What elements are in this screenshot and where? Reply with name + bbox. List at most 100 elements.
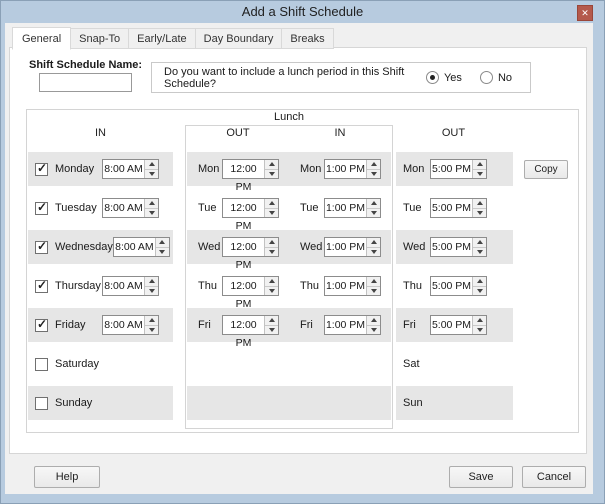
tuesday-out-cell: Tue 5:00 PM — [396, 191, 513, 225]
wednesday-lunch-out-cell: Wed 12:00 PM — [187, 230, 289, 271]
time-value[interactable]: 1:00 PM — [325, 160, 366, 178]
monday-lunch-in-spinner[interactable]: 1:00 PM — [324, 159, 381, 179]
wednesday-lunch-in-spinner[interactable]: 1:00 PM — [324, 237, 381, 257]
spinner-down-icon — [473, 324, 486, 335]
monday-checkbox[interactable] — [35, 162, 48, 176]
time-value[interactable]: 8:00 AM — [103, 316, 144, 334]
tab-breaks[interactable]: Breaks — [281, 28, 334, 49]
spinner-buttons[interactable] — [144, 277, 158, 295]
monday-out-spinner[interactable]: 5:00 PM — [430, 159, 487, 179]
day-label: Friday — [55, 319, 86, 331]
day-label: Saturday — [55, 358, 100, 370]
friday-out-spinner[interactable]: 5:00 PM — [430, 315, 487, 335]
spinner-down-icon — [367, 285, 380, 296]
spinner-buttons[interactable] — [264, 277, 278, 295]
save-button[interactable]: Save — [449, 466, 513, 488]
column-header-in: IN — [95, 127, 106, 139]
day-abbr: Wed — [403, 241, 426, 253]
time-value[interactable]: 8:00 AM — [103, 160, 144, 178]
sunday-out-cell: Sun — [396, 386, 513, 420]
time-value[interactable]: 1:00 PM — [325, 316, 366, 334]
cancel-button[interactable]: Cancel — [522, 466, 586, 488]
friday-lunch-out-cell: Fri 12:00 PM — [187, 308, 289, 349]
time-value[interactable]: 1:00 PM — [325, 277, 366, 295]
monday-lunch-cell: Mon 12:00 PM Mon 1:00 PM — [187, 152, 391, 193]
spinner-buttons[interactable] — [472, 316, 486, 334]
time-value[interactable]: 5:00 PM — [431, 277, 472, 295]
copy-button[interactable]: Copy — [524, 160, 568, 179]
day-label: Monday — [55, 163, 95, 175]
thursday-lunch-in-spinner[interactable]: 1:00 PM — [324, 276, 381, 296]
tuesday-checkbox[interactable] — [35, 201, 48, 215]
spinner-buttons[interactable] — [144, 316, 158, 334]
monday-lunch-out-spinner[interactable]: 12:00 PM — [222, 159, 279, 193]
sunday-checkbox[interactable] — [35, 396, 48, 410]
thursday-lunch-out-spinner[interactable]: 12:00 PM — [222, 276, 279, 310]
tab-snap-to[interactable]: Snap-To — [70, 28, 130, 49]
friday-checkbox[interactable] — [35, 318, 48, 332]
wednesday-lunch-out-spinner[interactable]: 12:00 PM — [222, 237, 279, 271]
tab-day-boundary[interactable]: Day Boundary — [194, 28, 283, 49]
spinner-buttons[interactable] — [264, 160, 278, 178]
spinner-buttons[interactable] — [264, 199, 278, 217]
saturday-checkbox[interactable] — [35, 357, 48, 371]
thursday-in-spinner[interactable]: 8:00 AM — [102, 276, 159, 296]
tab-early-late[interactable]: Early/Late — [128, 28, 196, 49]
time-value[interactable]: 12:00 PM — [223, 199, 264, 232]
thursday-checkbox[interactable] — [35, 279, 48, 293]
time-value[interactable]: 8:00 AM — [114, 238, 155, 256]
spinner-buttons[interactable] — [144, 199, 158, 217]
shift-schedule-name-input[interactable] — [39, 73, 132, 92]
spinner-buttons[interactable] — [472, 238, 486, 256]
lunch-question-text: Do you want to include a lunch period in… — [164, 65, 405, 90]
monday-in-spinner[interactable]: 8:00 AM — [102, 159, 159, 179]
time-value[interactable]: 5:00 PM — [431, 199, 472, 217]
help-button[interactable]: Help — [34, 466, 100, 488]
tuesday-out-spinner[interactable]: 5:00 PM — [430, 198, 487, 218]
wednesday-in-spinner[interactable]: 8:00 AM — [112, 237, 170, 257]
time-value[interactable]: 12:00 PM — [223, 316, 264, 349]
lunch-yes-option[interactable]: Yes — [425, 71, 462, 84]
spinner-buttons[interactable] — [366, 277, 380, 295]
thursday-out-spinner[interactable]: 5:00 PM — [430, 276, 487, 296]
lunch-no-option[interactable]: No — [479, 71, 512, 84]
time-value[interactable]: 5:00 PM — [431, 238, 472, 256]
spinner-buttons[interactable] — [366, 160, 380, 178]
spinner-buttons[interactable] — [366, 199, 380, 217]
saturday-lunch-cell — [187, 347, 391, 381]
spinner-buttons[interactable] — [366, 238, 380, 256]
time-value[interactable]: 5:00 PM — [431, 160, 472, 178]
spinner-down-icon — [145, 324, 158, 335]
close-button[interactable]: ✕ — [577, 5, 593, 21]
friday-lunch-in-spinner[interactable]: 1:00 PM — [324, 315, 381, 335]
friday-in-spinner[interactable]: 8:00 AM — [102, 315, 159, 335]
spinner-buttons[interactable] — [472, 199, 486, 217]
time-value[interactable]: 8:00 AM — [103, 199, 144, 217]
time-value[interactable]: 1:00 PM — [325, 199, 366, 217]
column-header-out: OUT — [441, 127, 466, 139]
tuesday-lunch-out-spinner[interactable]: 12:00 PM — [222, 198, 279, 232]
spinner-buttons[interactable] — [264, 316, 278, 334]
spinner-buttons[interactable] — [154, 238, 169, 257]
spinner-buttons[interactable] — [144, 160, 158, 178]
tab-general[interactable]: General — [12, 27, 72, 50]
time-value[interactable]: 5:00 PM — [431, 316, 472, 334]
spinner-buttons[interactable] — [264, 238, 278, 256]
time-value[interactable]: 12:00 PM — [223, 277, 264, 310]
tuesday-in-spinner[interactable]: 8:00 AM — [102, 198, 159, 218]
spinner-buttons[interactable] — [472, 277, 486, 295]
time-value[interactable]: 12:00 PM — [223, 160, 264, 193]
schedule-row-thursday: Thursday 8:00 AM Thu 12:00 PM Thu 1:00 P… — [26, 269, 579, 310]
wednesday-checkbox[interactable] — [35, 240, 48, 254]
spinner-buttons[interactable] — [472, 160, 486, 178]
no-label: No — [497, 71, 512, 84]
spinner-down-icon — [155, 246, 169, 257]
spinner-buttons[interactable] — [366, 316, 380, 334]
time-value[interactable]: 1:00 PM — [325, 238, 366, 256]
time-value[interactable]: 12:00 PM — [223, 238, 264, 271]
friday-lunch-out-spinner[interactable]: 12:00 PM — [222, 315, 279, 349]
day-abbr: Tue — [300, 202, 319, 214]
time-value[interactable]: 8:00 AM — [103, 277, 144, 295]
tuesday-lunch-in-spinner[interactable]: 1:00 PM — [324, 198, 381, 218]
wednesday-out-spinner[interactable]: 5:00 PM — [430, 237, 487, 257]
